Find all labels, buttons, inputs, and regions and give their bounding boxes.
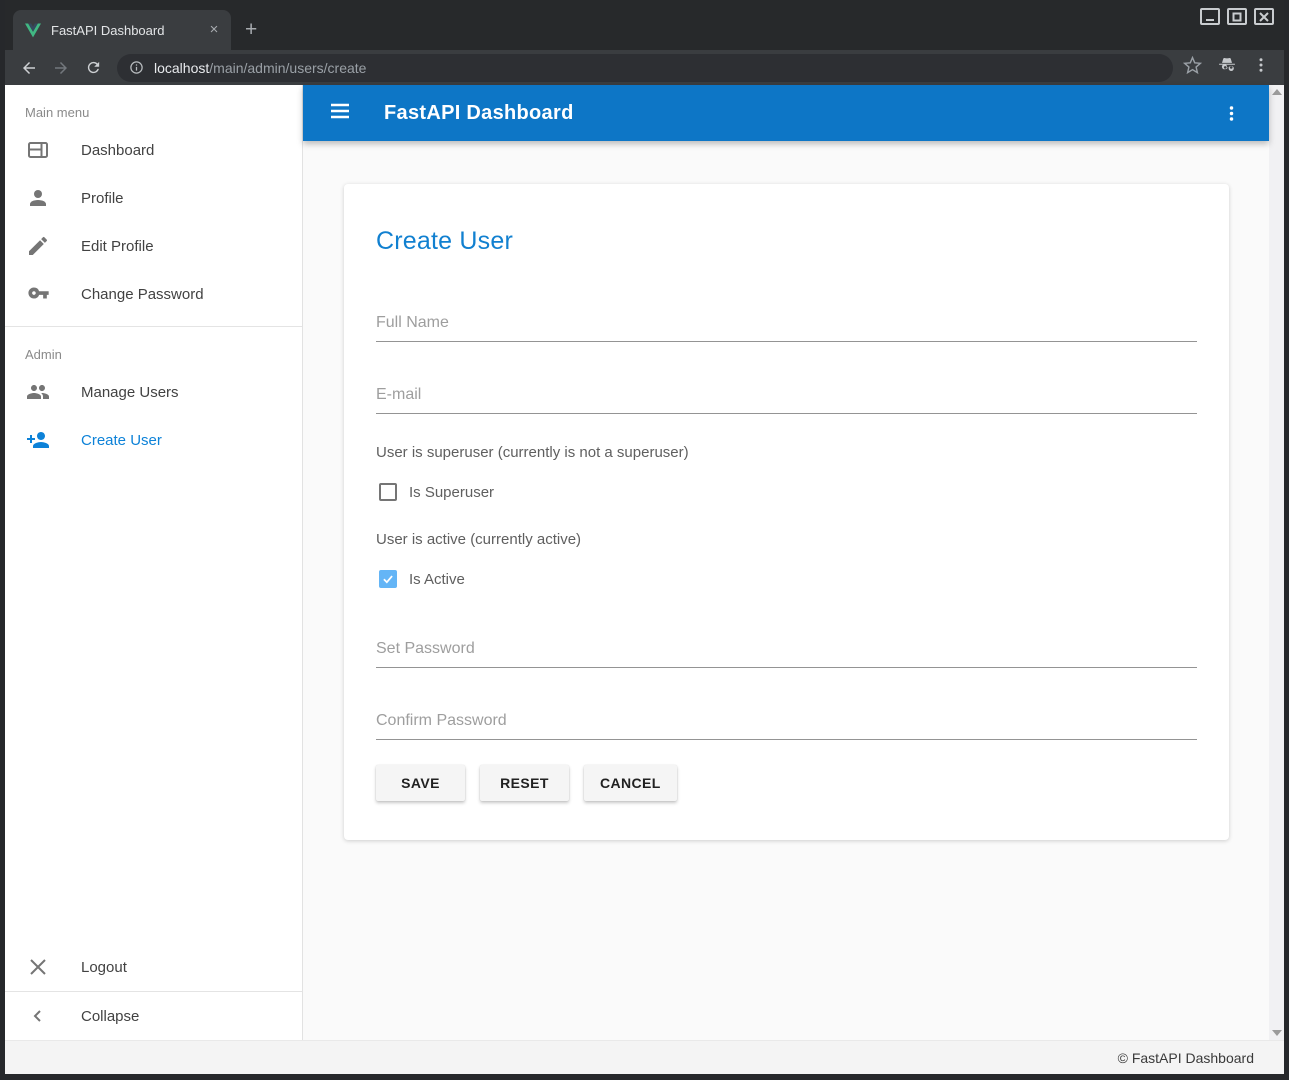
app-bar: FastAPI Dashboard [303,85,1269,141]
new-tab-button[interactable]: + [245,18,257,42]
browser-tab[interactable]: FastAPI Dashboard × [13,10,231,50]
browser-window: FastAPI Dashboard × + [0,0,1289,1080]
is-active-checkbox[interactable]: Is Active [379,570,1197,588]
reload-icon[interactable] [79,54,107,82]
sidebar: Main menu Dashboard Profile Edit Profile [5,85,303,1040]
minimize-button[interactable] [1200,8,1220,25]
sidebar-item-create-user[interactable]: Create User [5,416,302,464]
sidebar-bottom: Logout Collapse [5,943,302,1040]
incognito-icon [1216,55,1238,80]
toolbar-right-icons [1183,55,1274,80]
active-hint: User is active (currently active) [376,531,1197,548]
window-controls [1200,8,1274,25]
set-password-input[interactable] [376,636,1197,668]
sidebar-item-label: Create User [81,432,162,449]
hamburger-menu-icon[interactable] [328,99,352,128]
main-area: FastAPI Dashboard Create User User is su… [303,85,1269,1040]
checkbox-label: Is Superuser [409,484,494,501]
page-footer: © FastAPI Dashboard [5,1040,1284,1074]
create-user-card: Create User User is superuser (currently… [344,184,1229,840]
card-title: Create User [376,227,1197,256]
full-name-input[interactable] [376,310,1197,342]
close-x-icon [26,955,50,979]
browser-toolbar: localhost/main/admin/users/create [5,50,1284,85]
sidebar-item-logout[interactable]: Logout [5,943,302,991]
chevron-left-icon [26,1004,50,1028]
sidebar-item-dashboard[interactable]: Dashboard [5,126,302,174]
forward-icon[interactable] [47,54,75,82]
scrollbar-up-arrow-icon[interactable] [1272,89,1282,95]
cancel-button[interactable]: CANCEL [584,765,677,801]
sidebar-item-label: Profile [81,190,124,207]
sidebar-item-profile[interactable]: Profile [5,174,302,222]
dashboard-icon [26,138,50,162]
sidebar-item-label: Edit Profile [81,238,154,255]
url-text: localhost/main/admin/users/create [154,60,366,76]
sidebar-section-admin: Admin [5,327,302,368]
sidebar-item-change-password[interactable]: Change Password [5,270,302,318]
site-info-icon[interactable] [129,60,144,75]
sidebar-item-label: Manage Users [81,384,179,401]
sidebar-item-label: Dashboard [81,142,154,159]
sidebar-item-label: Logout [81,959,127,976]
copyright-text: © FastAPI Dashboard [1118,1050,1254,1066]
bookmark-star-icon[interactable] [1183,56,1202,80]
form-buttons: SAVE RESET CANCEL [376,765,1197,801]
sidebar-item-label: Collapse [81,1008,139,1025]
appbar-title: FastAPI Dashboard [384,102,574,125]
email-input[interactable] [376,382,1197,414]
page-scrollbar[interactable] [1269,85,1284,1040]
superuser-hint: User is superuser (currently is not a su… [376,444,1197,461]
confirm-password-input[interactable] [376,708,1197,740]
url-host: localhost [154,60,209,76]
appbar-kebab-icon[interactable] [1213,95,1249,131]
person-icon [26,186,50,210]
sidebar-item-edit-profile[interactable]: Edit Profile [5,222,302,270]
sidebar-item-manage-users[interactable]: Manage Users [5,368,302,416]
url-path: /main/admin/users/create [209,60,366,76]
browser-tab-bar: FastAPI Dashboard × + [5,0,1284,50]
person-add-icon [26,428,50,452]
vue-logo-icon [25,23,41,38]
reset-button[interactable]: RESET [480,765,569,801]
checkbox-checked-icon[interactable] [379,570,397,588]
close-window-button[interactable] [1254,8,1274,25]
checkbox-label: Is Active [409,571,465,588]
content-area: Create User User is superuser (currently… [303,141,1269,1040]
checkbox-unchecked-icon[interactable] [379,483,397,501]
sidebar-item-label: Change Password [81,286,204,303]
save-button[interactable]: SAVE [376,765,465,801]
is-superuser-checkbox[interactable]: Is Superuser [379,483,1197,501]
back-icon[interactable] [15,54,43,82]
address-bar[interactable]: localhost/main/admin/users/create [117,54,1173,82]
sidebar-section-main-menu: Main menu [5,85,302,126]
key-icon [26,282,50,306]
page-body: Main menu Dashboard Profile Edit Profile [5,85,1284,1040]
browser-menu-kebab-icon[interactable] [1252,56,1270,79]
tab-title: FastAPI Dashboard [51,23,205,38]
maximize-button[interactable] [1227,8,1247,25]
tab-close-icon[interactable]: × [205,21,223,39]
sidebar-item-collapse[interactable]: Collapse [5,992,302,1040]
people-icon [26,380,50,404]
pencil-icon [26,234,50,258]
scrollbar-down-arrow-icon[interactable] [1272,1030,1282,1036]
